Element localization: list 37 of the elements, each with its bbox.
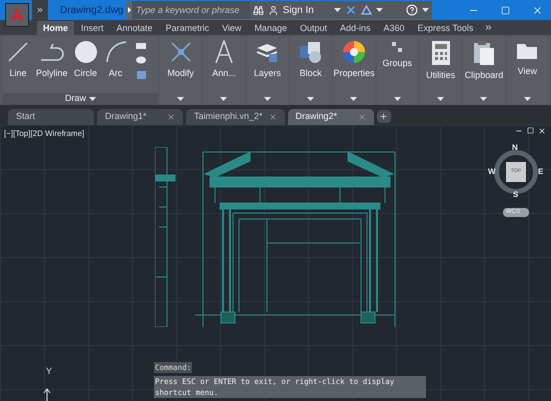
viewport-label[interactable]: [−][Top][2D Wireframe]	[4, 128, 84, 140]
draw-tool-button[interactable]: Polyline	[35, 40, 69, 80]
draw-tool-button[interactable]: Line	[5, 40, 31, 80]
ribbon-tab[interactable]: Add-ins	[334, 21, 377, 35]
ribbon-tab[interactable]: Output	[294, 21, 333, 35]
document-tab[interactable]: Drawing2*	[288, 109, 374, 125]
ribbon-panel-button[interactable]: Utilities	[420, 37, 462, 105]
ribbon-panel-button[interactable]: Clipboard	[463, 37, 505, 105]
document-tab[interactable]: Taimienphi.vn_2*	[186, 109, 285, 125]
draw-tool-button[interactable]: Circle	[72, 40, 99, 80]
app-logo: A	[10, 6, 24, 24]
ribbon-panel-button[interactable]: View	[506, 37, 548, 105]
compass-north[interactable]: N	[512, 144, 518, 152]
search-field[interactable]: Type a keyword or phrase	[132, 1, 250, 19]
panel-title[interactable]: Draw	[3, 93, 158, 105]
compass-south[interactable]: S	[513, 191, 518, 199]
ribbon-panel-button[interactable]: Block	[290, 37, 332, 105]
ribbon-tab[interactable]: View	[216, 21, 248, 35]
ribbon-panel-button[interactable]: Layers	[246, 37, 288, 105]
file-name: Drawing2.dwg	[60, 4, 124, 18]
ribbon-tab[interactable]: Parametric	[160, 21, 216, 35]
document-tab[interactable]: Drawing1*	[97, 109, 183, 125]
ribbon-tab[interactable]: Home	[37, 21, 74, 35]
compass-west[interactable]: W	[488, 168, 496, 176]
ribbon-tab[interactable]: Annotate	[110, 21, 159, 35]
ribbon-panel-button[interactable]: Ann...	[203, 37, 245, 105]
ribbon-tab[interactable]: Express Tools	[412, 21, 480, 35]
ribbon-panel-button[interactable]: Modify	[160, 37, 202, 105]
draw-tool-button[interactable]: Arc	[102, 40, 129, 80]
ucs-axis-label: Y	[46, 365, 52, 378]
compass-east[interactable]: E	[538, 168, 544, 176]
ribbon-panel-button[interactable]: Groups	[376, 37, 418, 105]
ribbon-tab[interactable]: Insert	[75, 21, 110, 35]
ribbon-tab[interactable]: Manage	[248, 21, 293, 35]
ribbon-panel-button[interactable]: Properties	[333, 37, 375, 105]
document-tab[interactable]: Start	[8, 109, 94, 125]
ribbon-tab[interactable]: A360	[378, 21, 411, 35]
